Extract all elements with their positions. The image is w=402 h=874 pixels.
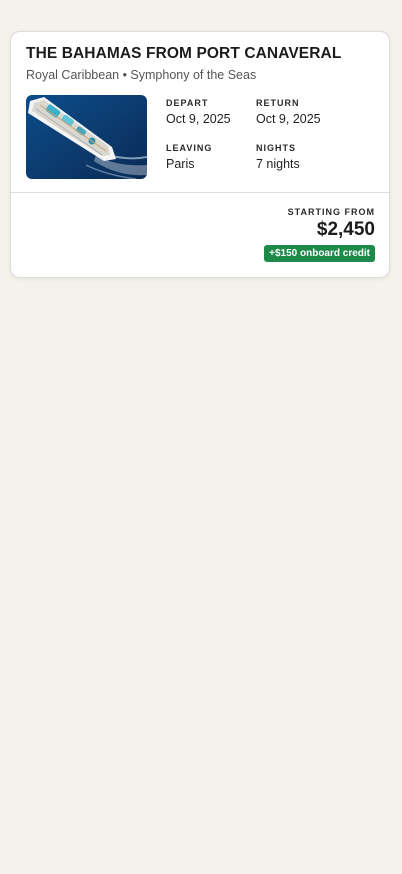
depart-label: DEPART: [166, 98, 209, 108]
leaving-label: LEAVING: [166, 143, 213, 153]
nights-label: NIGHTS: [256, 143, 297, 153]
price-block: STARTING FROM $2,450 +$150 onboard credi…: [264, 207, 375, 262]
nights-detail: NIGHTS 7 nights: [256, 143, 300, 171]
return-label: RETURN: [256, 98, 300, 108]
return-detail: RETURN Oct 9, 2025: [256, 98, 321, 126]
cruise-card[interactable]: THE BAHAMAS FROM PORT CANAVERAL Royal Ca…: [10, 31, 390, 278]
card-divider: [11, 192, 389, 193]
cruise-line-ship: Royal Caribbean • Symphony of the Seas: [26, 68, 257, 82]
depart-detail: DEPART Oct 9, 2025: [166, 98, 231, 126]
leaving-detail: LEAVING Paris: [166, 143, 212, 171]
nights-value: 7 nights: [256, 157, 300, 171]
cruise-title: THE BAHAMAS FROM PORT CANAVERAL: [26, 45, 342, 62]
return-value: Oct 9, 2025: [256, 112, 321, 126]
price-label: STARTING FROM: [287, 207, 375, 217]
cruise-card-header: THE BAHAMAS FROM PORT CANAVERAL Royal Ca…: [11, 32, 389, 193]
cruise-ship-image: [26, 95, 147, 179]
ship-photo: [26, 95, 147, 179]
onboard-credit-badge: +$150 onboard credit: [264, 245, 375, 262]
price-value: $2,450: [316, 219, 375, 240]
leaving-value: Paris: [166, 157, 195, 171]
depart-value: Oct 9, 2025: [166, 112, 231, 126]
